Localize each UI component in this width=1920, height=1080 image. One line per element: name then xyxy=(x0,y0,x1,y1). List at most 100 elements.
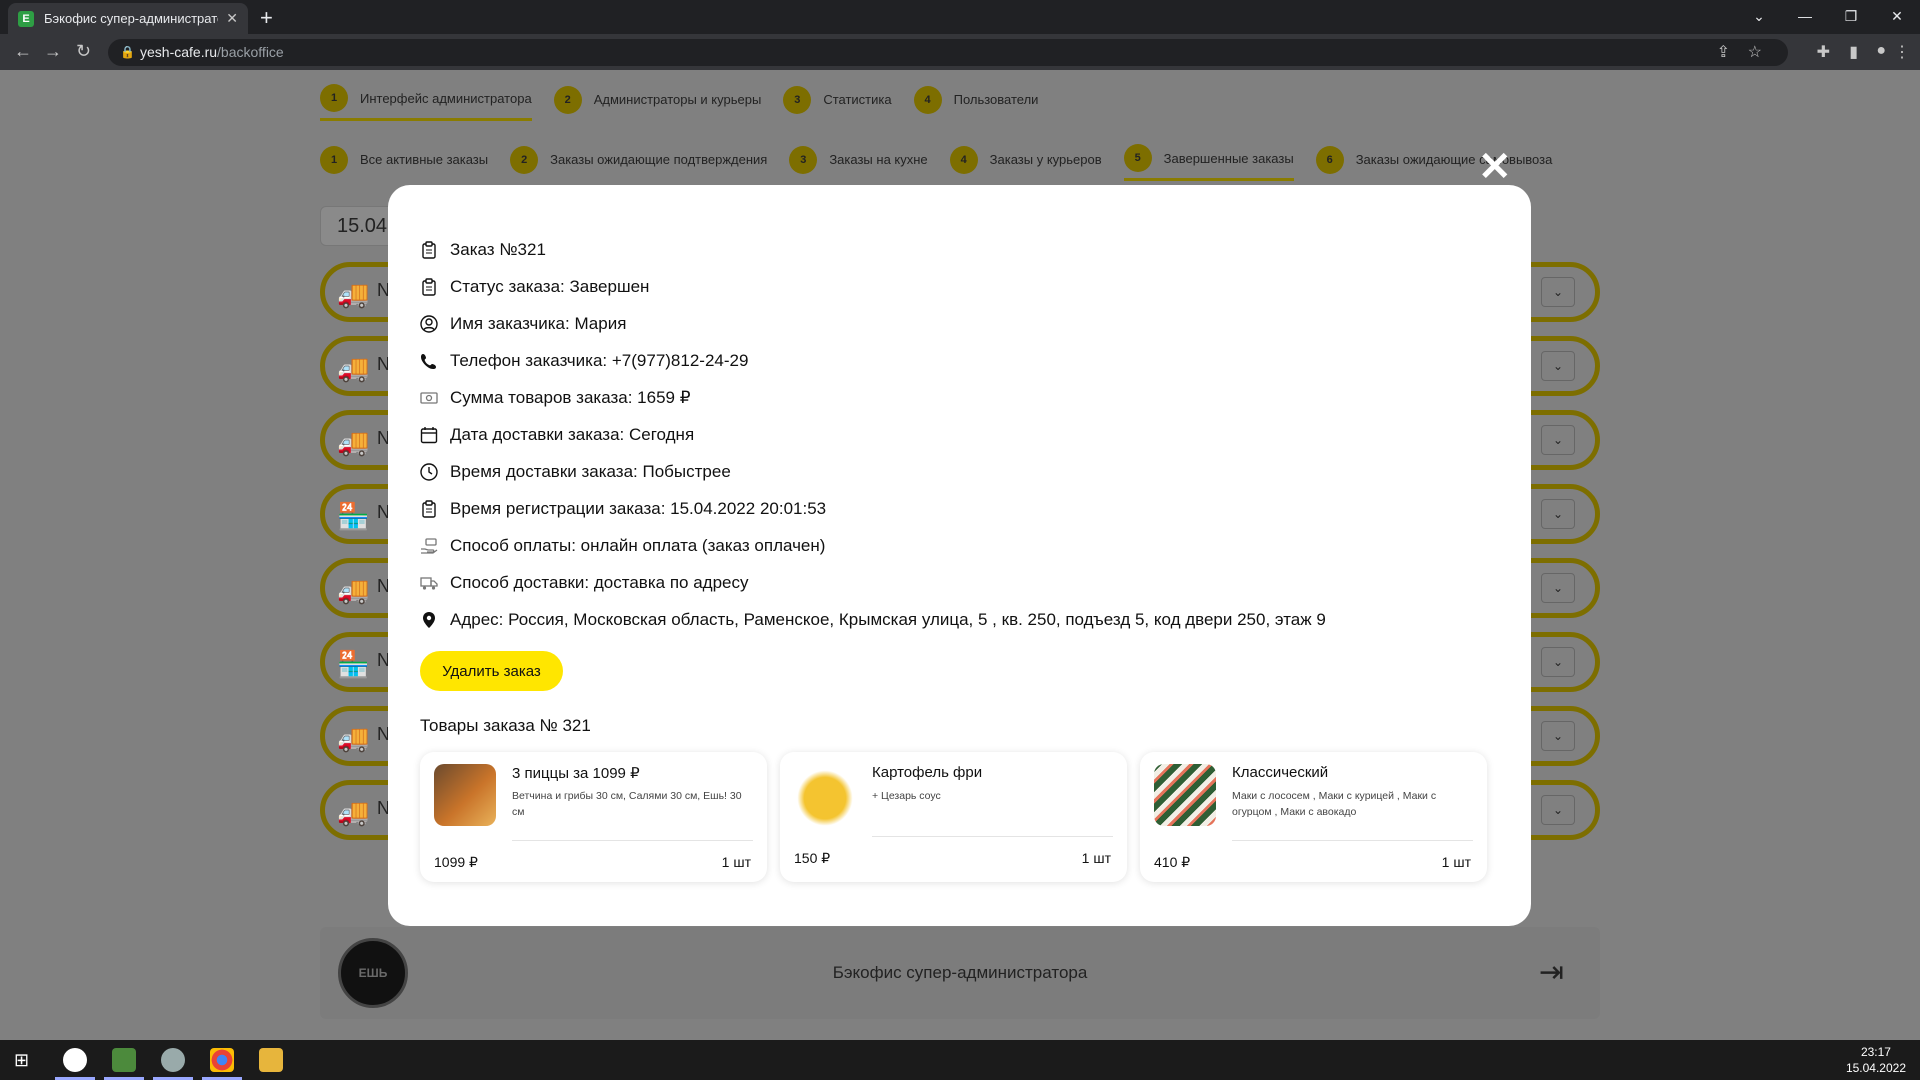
subtab-5[interactable]: 5 Завершенные заказы xyxy=(1123,144,1294,181)
nav-number-badge: 2 xyxy=(510,145,539,174)
top-nav: 1 Интерфейс администратора 2 Администраторы… xyxy=(320,84,1060,121)
pizza-image xyxy=(434,764,496,826)
registration-time: Время регистрации заказа: 15.04.2022 20:… xyxy=(450,498,827,518)
status-select[interactable]: ⌄ xyxy=(1541,573,1575,603)
goods-name: Классический xyxy=(1232,764,1329,781)
sushi-image xyxy=(1154,764,1216,826)
payment-method: Способ оплаты: онлайн оплата (заказ опла… xyxy=(450,535,826,555)
divider xyxy=(512,840,753,841)
clock-date: 15.04.2022 xyxy=(1845,1061,1906,1075)
browser-tab[interactable]: Е Бэкофис супер-администраторa ✕ xyxy=(8,3,248,34)
reload-icon[interactable]: ↻ xyxy=(76,41,91,62)
goods-name: 3 пиццы за 1099 ₽ xyxy=(512,765,640,782)
clipboard-icon xyxy=(422,499,436,518)
truck-icon xyxy=(420,576,438,590)
payment-row: Способ оплаты: онлайн оплата (заказ опла… xyxy=(420,527,1326,564)
app-icon[interactable] xyxy=(161,1048,185,1072)
store-pickup-icon: 🏪 xyxy=(337,649,370,679)
subtab-2[interactable]: 2 Заказы ожидающие подтверждения xyxy=(510,145,767,180)
windows-start-icon[interactable]: ⊞ xyxy=(14,1050,29,1071)
address-bar: ← → ↻ 🔒 yesh-cafe.ru/backoffice ⇪ ☆ ✚ ▮ … xyxy=(0,34,1920,70)
profile-icon[interactable]: ● xyxy=(1876,42,1886,60)
close-window-button[interactable]: ✕ xyxy=(1874,0,1920,34)
url-host: yesh-cafe.ru xyxy=(140,44,218,60)
yandex-browser-icon[interactable] xyxy=(63,1048,87,1072)
nav-label: Все активные заказы xyxy=(360,152,489,167)
status-select[interactable]: ⌄ xyxy=(1541,647,1575,677)
sub-nav: 1 Все активные заказы 2 Заказы ожидающие по… xyxy=(320,144,1574,181)
goods-description: Маки с лососем , Маки с курицей , Маки с… xyxy=(1232,790,1437,818)
goods-card[interactable]: Картофель фри + Цезарь соус 150 ₽ 1 шт xyxy=(780,752,1127,882)
status-select[interactable]: ⌄ xyxy=(1541,351,1575,381)
sidepanel-icon[interactable]: ▮ xyxy=(1849,42,1858,62)
file-explorer-icon[interactable] xyxy=(259,1048,283,1072)
money-icon xyxy=(420,391,438,404)
minimize-button[interactable]: — xyxy=(1782,0,1828,34)
total-row: Сумма товаров заказа: 1659 ₽ xyxy=(420,379,1326,416)
order-status: Статус заказа: Завершен xyxy=(450,276,650,296)
divider xyxy=(872,836,1113,837)
clock-icon xyxy=(420,462,438,481)
goods-card[interactable]: Классический Маки с лососем , Маки с кур… xyxy=(1140,752,1487,882)
restore-button[interactable]: ❐ xyxy=(1828,0,1874,34)
goods-card[interactable]: 3 пиццы за 1099 ₽ Ветчина и грибы 30 см,… xyxy=(420,752,767,882)
chrome-icon[interactable] xyxy=(210,1048,234,1072)
clipboard-icon xyxy=(422,240,436,259)
nav-label: Заказы ожидающие самовывоза xyxy=(1355,152,1553,167)
goods-price: 1099 ₽ xyxy=(434,854,478,870)
goods-name: Картофель фри xyxy=(872,764,983,781)
forward-icon[interactable]: → xyxy=(44,41,62,62)
nav-number-badge: 4 xyxy=(949,145,978,174)
order-total: Сумма товаров заказа: 1659 ₽ xyxy=(450,387,691,407)
goods-description: + Цезарь соус xyxy=(872,790,941,802)
star-icon[interactable]: ☆ xyxy=(1748,42,1762,62)
status-select[interactable]: ⌄ xyxy=(1541,425,1575,455)
status-select[interactable]: ⌄ xyxy=(1541,499,1575,529)
subtab-3[interactable]: 3 Заказы на кухне xyxy=(789,145,928,180)
extensions-icon[interactable]: ✚ xyxy=(1817,42,1830,62)
user-icon xyxy=(420,314,438,333)
delivery-method: Способ доставки: доставка по адресу xyxy=(450,572,749,592)
nav-number-badge: 3 xyxy=(783,85,812,114)
payment-hand-icon xyxy=(421,537,438,554)
divider xyxy=(1232,840,1473,841)
delete-order-button[interactable]: Удалить заказ xyxy=(420,651,563,691)
calendar-icon xyxy=(420,426,438,443)
status-select[interactable]: ⌄ xyxy=(1541,277,1575,307)
tab-1[interactable]: 1 Интерфейс администратора xyxy=(320,84,532,121)
nav-number-badge: 2 xyxy=(553,85,582,114)
status-select[interactable]: ⌄ xyxy=(1541,721,1575,751)
goods-title: Товары заказа № 321 xyxy=(420,716,591,735)
tab-4[interactable]: 4 Пользователи xyxy=(913,85,1038,120)
footer-bar: ЕШЬ Бэкофис супер-администратора ⇥ xyxy=(320,927,1600,1019)
customer-name: Имя заказчика: Мария xyxy=(450,313,627,333)
menu-icon[interactable]: ⋮ xyxy=(1894,42,1910,62)
goods-description: Ветчина и грибы 30 см, Салями 30 см, Ешь… xyxy=(512,790,742,818)
subtab-1[interactable]: 1 Все активные заказы xyxy=(320,145,489,180)
nav-label: Интерфейс администратора xyxy=(360,90,532,106)
subtab-6[interactable]: 6 Заказы ожидающие самовывоза xyxy=(1315,145,1553,180)
tab-search-icon[interactable]: ⌄ xyxy=(1736,0,1782,34)
url-input[interactable]: 🔒 yesh-cafe.ru/backoffice xyxy=(108,39,1788,66)
registered-row: Время регистрации заказа: 15.04.2022 20:… xyxy=(420,490,1326,527)
back-icon[interactable]: ← xyxy=(14,41,32,62)
tab-3[interactable]: 3 Статистика xyxy=(783,85,892,120)
app-icon[interactable] xyxy=(112,1048,136,1072)
subtab-4[interactable]: 4 Заказы у курьеров xyxy=(949,145,1102,180)
nav-number-badge: 1 xyxy=(320,145,348,174)
tab-2[interactable]: 2 Администраторы и курьеры xyxy=(553,85,761,120)
browser-tabbar: Е Бэкофис супер-администраторa ✕ + ⌄ — ❐… xyxy=(0,0,1920,34)
share-icon[interactable]: ⇪ xyxy=(1717,42,1730,62)
system-clock[interactable]: 23:17 15.04.2022 xyxy=(1846,1044,1906,1076)
delivery-time-row: Время доставки заказа: Побыстрее xyxy=(420,453,1326,490)
close-tab-icon[interactable]: ✕ xyxy=(226,10,238,27)
close-modal-icon[interactable]: ✕ xyxy=(1478,147,1512,187)
logout-icon[interactable]: ⇥ xyxy=(1539,955,1564,990)
goods-price: 410 ₽ xyxy=(1154,854,1191,870)
new-tab-button[interactable]: + xyxy=(260,5,273,31)
status-select[interactable]: ⌄ xyxy=(1541,795,1575,825)
delivery-truck-icon: 🚚 xyxy=(337,427,370,457)
delivery-truck-icon: 🚚 xyxy=(337,353,370,383)
nav-number-badge: 5 xyxy=(1123,144,1152,172)
store-pickup-icon: 🏪 xyxy=(337,501,370,531)
